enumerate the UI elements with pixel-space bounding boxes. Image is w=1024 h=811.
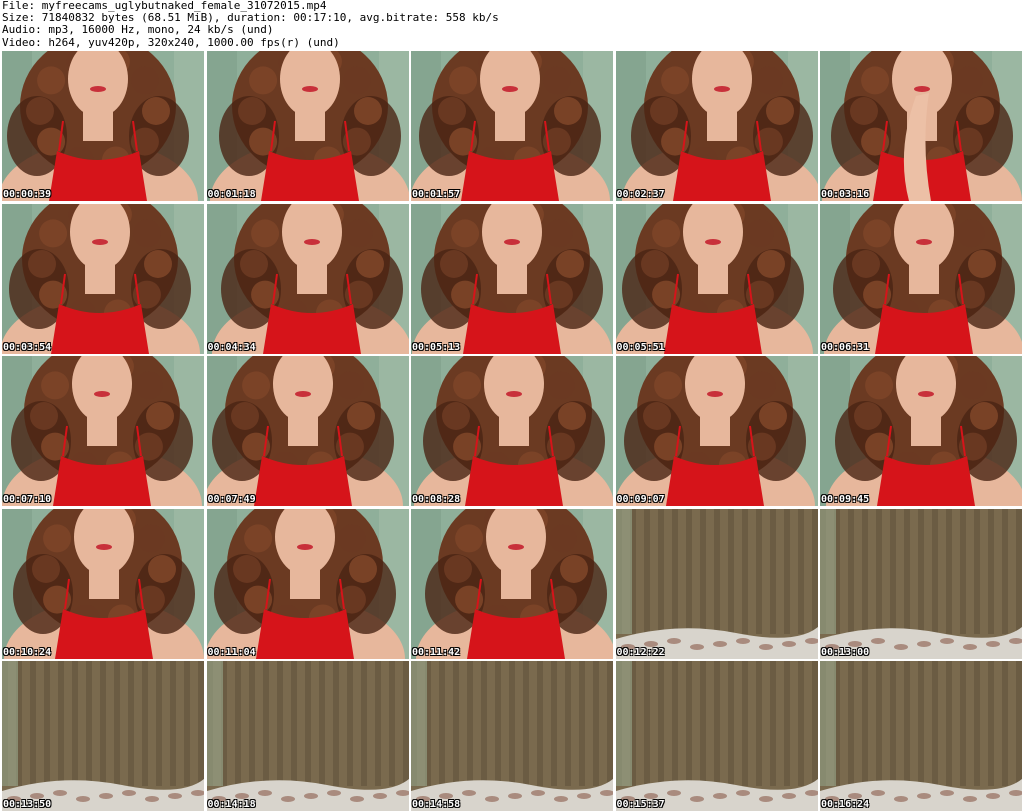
thumbnail-frame-image (411, 508, 613, 659)
thumbnail-frame-image (206, 508, 409, 659)
video-thumbnail: 00:03:54 (2, 203, 204, 354)
thumbnail-timestamp: 00:03:16 (821, 189, 870, 200)
file-info-header: File: myfreecams_uglybutnaked_female_310… (2, 0, 1022, 50)
video-thumbnail: 00:03:16 (820, 51, 1022, 201)
video-thumbnail: 00:11:04 (206, 508, 409, 659)
thumbnail-frame-image (820, 661, 1022, 811)
video-thumbnail: 00:02:37 (615, 51, 818, 201)
video-thumbnail: 00:15:37 (615, 661, 818, 811)
thumbnail-frame-image (820, 508, 1022, 659)
video-thumbnail: 00:09:45 (820, 356, 1022, 506)
file-size-line: Size: 71840832 bytes (68.51 MiB), durati… (2, 12, 499, 25)
thumbnail-frame-image (206, 356, 409, 506)
thumbnail-timestamp: 00:16:24 (821, 799, 870, 810)
thumbnail-timestamp: 00:09:07 (616, 494, 665, 505)
video-thumbnail: 00:00:39 (2, 51, 204, 201)
thumbnail-frame-image (820, 51, 1022, 201)
thumbnail-timestamp: 00:01:57 (412, 189, 461, 200)
video-thumbnail: 00:14:58 (411, 661, 613, 811)
thumbnail-frame-image (411, 356, 613, 506)
thumbnail-frame-image (411, 51, 613, 201)
video-thumbnail: 00:13:00 (820, 508, 1022, 659)
thumbnail-frame-image (206, 661, 409, 811)
thumbnail-timestamp: 00:05:51 (616, 341, 665, 353)
thumbnail-timestamp: 00:04:34 (207, 341, 256, 353)
thumbnail-frame-image (2, 356, 204, 506)
thumbnail-frame-image (206, 51, 409, 201)
thumbnail-timestamp: 00:07:10 (3, 494, 52, 505)
video-info-line: Video: h264, yuv420p, 320x240, 1000.00 f… (2, 36, 340, 49)
thumbnail-timestamp: 00:11:04 (207, 646, 256, 658)
thumbnail-frame-image (615, 508, 818, 659)
thumbnail-timestamp: 00:12:22 (616, 646, 665, 658)
thumbnail-timestamp: 00:03:54 (3, 341, 52, 353)
audio-info-line: Audio: mp3, 16000 Hz, mono, 24 kb/s (und… (2, 24, 274, 37)
thumbnail-frame-image (411, 203, 613, 354)
thumbnail-timestamp: 00:14:58 (412, 799, 461, 810)
thumbnail-timestamp: 00:02:37 (616, 189, 665, 200)
thumbnail-timestamp: 00:07:49 (207, 494, 256, 505)
video-thumbnail: 00:16:24 (820, 661, 1022, 811)
video-thumbnail: 00:12:22 (615, 508, 818, 659)
thumbnail-timestamp: 00:13:50 (3, 799, 52, 810)
video-thumbnail: 00:01:57 (411, 51, 613, 201)
thumbnail-timestamp: 00:08:28 (412, 494, 461, 505)
thumbnail-frame-image (206, 203, 409, 354)
thumbnail-timestamp: 00:09:45 (821, 494, 870, 505)
thumbnail-frame-image (2, 203, 204, 354)
video-thumbnail: 00:13:50 (2, 661, 204, 811)
thumbnail-frame-image (615, 661, 818, 811)
thumbnail-frame-image (2, 508, 204, 659)
thumbnail-frame-image (2, 661, 204, 811)
file-name-line: File: myfreecams_uglybutnaked_female_310… (2, 0, 327, 12)
thumbnail-timestamp: 00:14:18 (207, 799, 256, 810)
video-thumbnail: 00:08:28 (411, 356, 613, 506)
video-thumbnail: 00:11:42 (411, 508, 613, 659)
video-thumbnail: 00:09:07 (615, 356, 818, 506)
thumbnail-frame-image (615, 356, 818, 506)
video-thumbnail: 00:05:13 (411, 203, 613, 354)
video-thumbnail: 00:06:31 (820, 203, 1022, 354)
thumbnail-timestamp: 00:15:37 (616, 799, 665, 810)
video-thumbnail: 00:10:24 (2, 508, 204, 659)
video-thumbnail: 00:07:10 (2, 356, 204, 506)
thumbnail-frame-image (2, 51, 204, 201)
thumbnail-grid: 00:00:39 00:01:18 00:01:57 00:02:37 00:03:16… (2, 51, 1022, 811)
thumbnail-frame-image (615, 203, 818, 354)
video-thumbnail: 00:01:18 (206, 51, 409, 201)
video-thumbnail: 00:05:51 (615, 203, 818, 354)
thumbnail-timestamp: 00:01:18 (207, 189, 256, 200)
video-thumbnail: 00:14:18 (206, 661, 409, 811)
thumbnail-frame-image (615, 51, 818, 201)
video-thumbnail: 00:04:34 (206, 203, 409, 354)
thumbnail-timestamp: 00:00:39 (3, 189, 52, 200)
thumbnail-timestamp: 00:10:24 (3, 646, 52, 658)
thumbnail-frame-image (411, 661, 613, 811)
thumbnail-timestamp: 00:13:00 (821, 646, 870, 658)
thumbnail-frame-image (820, 203, 1022, 354)
thumbnail-frame-image (820, 356, 1022, 506)
thumbnail-timestamp: 00:05:13 (412, 341, 461, 353)
thumbnail-timestamp: 00:06:31 (821, 341, 870, 353)
thumbnail-timestamp: 00:11:42 (412, 646, 461, 658)
video-thumbnail: 00:07:49 (206, 356, 409, 506)
